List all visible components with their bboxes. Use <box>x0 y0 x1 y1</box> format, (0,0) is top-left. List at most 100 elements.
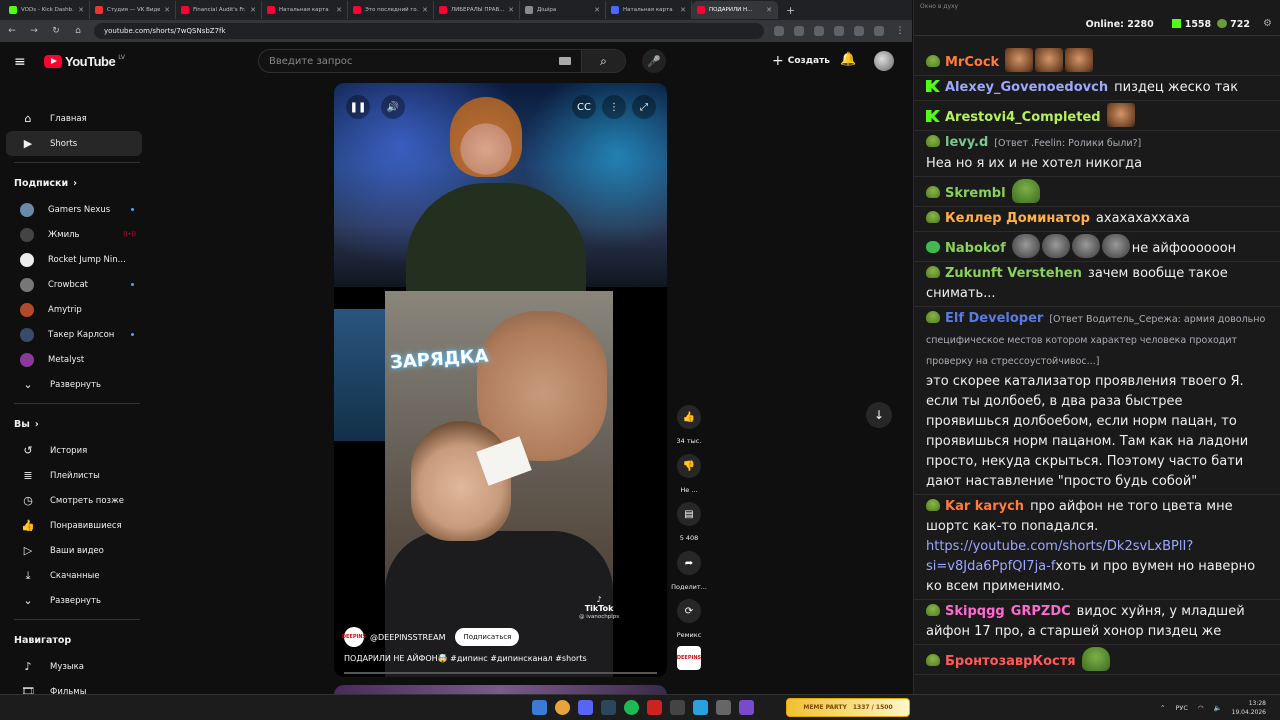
clock[interactable]: 13:28 19.04.2026 <box>1232 699 1266 717</box>
chat-username[interactable]: Nabokof <box>945 241 1006 256</box>
browser-tab[interactable]: ЛИБЕРАЛЫ ПРАВ... ✕ <box>434 1 520 19</box>
app-icon[interactable] <box>716 700 731 715</box>
menu-dots-icon[interactable]: ⋮ <box>894 26 906 36</box>
browser-tab[interactable]: ПОДАРИЛИ Н... ✕ <box>692 1 778 19</box>
sidebar-item[interactable]: Metalyst <box>6 347 142 372</box>
keyboard-icon[interactable] <box>559 57 571 65</box>
tab-close-icon[interactable]: ✕ <box>508 6 514 14</box>
meme-party-widget[interactable]: MEME PARTY 1337 / 1500 <box>786 698 910 717</box>
next-video-button[interactable]: ↓ <box>866 402 892 428</box>
account-avatar[interactable] <box>874 51 894 71</box>
share-button[interactable]: ➦ <box>677 551 701 575</box>
lang-indicator[interactable]: РУС <box>1175 704 1187 712</box>
search-input[interactable] <box>259 55 559 67</box>
fullscreen-icon[interactable]: ⤢ <box>632 95 656 119</box>
sidebar-item[interactable]: ⤓ Скачанные <box>6 563 142 588</box>
new-tab-button[interactable]: + <box>778 4 803 17</box>
pause-icon[interactable]: ❚❚ <box>346 95 370 119</box>
sidebar-item[interactable]: ◷ Смотреть позже <box>6 488 142 513</box>
channel-name[interactable]: @DEEPINSSTREAM <box>370 633 445 642</box>
discord-icon[interactable] <box>578 700 593 715</box>
tab-close-icon[interactable]: ✕ <box>336 6 342 14</box>
extension-icon[interactable] <box>814 26 824 36</box>
sidebar-item[interactable]: Amytrip <box>6 297 142 322</box>
tab-close-icon[interactable]: ✕ <box>78 6 84 14</box>
extension-icon[interactable] <box>834 26 844 36</box>
telegram-icon[interactable] <box>693 700 708 715</box>
app-icon[interactable] <box>647 700 662 715</box>
address-bar[interactable]: youtube.com/shorts/7wQSNsbZ7fk <box>94 23 764 39</box>
browser-tab[interactable]: VODs - Kick Dashb... ✕ <box>4 1 90 19</box>
browser-tab[interactable]: Дiшiра ✕ <box>520 1 606 19</box>
wifi-icon[interactable]: ◠ <box>1198 704 1204 712</box>
video-title[interactable]: ПОДАРИЛИ НЕ АЙФОН🤯 #дипинс #дипинсканал … <box>344 654 587 663</box>
tab-close-icon[interactable]: ✕ <box>164 6 170 14</box>
tab-close-icon[interactable]: ✕ <box>422 6 428 14</box>
sidebar-item[interactable]: ⌄ Развернуть <box>6 372 142 397</box>
audio-thumbnail[interactable]: DEEPINS <box>677 646 701 670</box>
extension-icon[interactable] <box>854 26 864 36</box>
back-icon[interactable]: ← <box>6 26 18 36</box>
channel-avatar[interactable]: DEEPINS <box>342 627 366 647</box>
tab-close-icon[interactable]: ✕ <box>594 6 600 14</box>
sidebar-item[interactable]: Жмиль ((•)) <box>6 222 142 247</box>
sidebar-item[interactable]: ▷ Ваши видео <box>6 538 142 563</box>
tray-chevron-icon[interactable]: ⌃ <box>1160 704 1165 712</box>
create-button[interactable]: + Создать <box>762 50 840 72</box>
chat-username[interactable]: Alexey_Govenoedovch <box>945 80 1108 95</box>
chrome-icon[interactable] <box>555 700 570 715</box>
tab-close-icon[interactable]: ✕ <box>680 6 686 14</box>
tab-close-icon[interactable]: ✕ <box>766 6 772 14</box>
progress-bar[interactable] <box>344 672 657 674</box>
sidebar-section-heading[interactable]: Вы › <box>0 410 150 438</box>
voice-search-button[interactable]: 🎤 <box>642 49 666 73</box>
sidebar-item[interactable]: Crowbcat <box>6 272 142 297</box>
chat-username[interactable]: MrCock <box>945 55 999 70</box>
sidebar-item[interactable]: ♪ Музыка <box>6 654 142 679</box>
dislike-button[interactable]: 👎 <box>677 454 701 478</box>
gear-icon[interactable]: ⚙ <box>1263 18 1272 29</box>
extension-icon[interactable] <box>774 26 784 36</box>
sidebar-item[interactable]: Rocket Jump Nin... <box>6 247 142 272</box>
start-icon[interactable] <box>532 700 547 715</box>
app-icon[interactable] <box>739 700 754 715</box>
reload-icon[interactable]: ↻ <box>50 26 62 36</box>
sidebar-item[interactable]: Gamers Nexus <box>6 197 142 222</box>
chat-username[interactable]: GRPZDC <box>1011 604 1071 619</box>
comments-button[interactable]: ▤ <box>677 502 701 526</box>
subscribe-button[interactable]: Подписаться <box>455 628 520 646</box>
extension-icon[interactable] <box>794 26 804 36</box>
chat-username[interactable]: Skrembl <box>945 186 1006 201</box>
spotify-icon[interactable] <box>624 700 639 715</box>
browser-tab[interactable]: Натальная карта ✕ <box>606 1 692 19</box>
steam-icon[interactable] <box>601 700 616 715</box>
home-icon[interactable]: ⌂ <box>72 26 84 36</box>
sidebar-item[interactable]: ⌄ Развернуть <box>6 588 142 613</box>
browser-tab[interactable]: Это последний го... ✕ <box>348 1 434 19</box>
profile-icon[interactable] <box>874 26 884 36</box>
forward-icon[interactable]: → <box>28 26 40 36</box>
chat-username[interactable]: Elf Developer <box>945 311 1043 326</box>
chat-username[interactable]: Zukunft Verstehen <box>945 266 1082 281</box>
volume-icon[interactable]: 🔊 <box>381 95 405 119</box>
chat-username[interactable]: Skipqgg <box>945 604 1005 619</box>
youtube-logo[interactable]: YouTube LV <box>44 54 125 69</box>
browser-tab[interactable]: Financial Audit's Fr... ✕ <box>176 1 262 19</box>
chat-username[interactable]: Kar karych <box>945 499 1024 514</box>
chat-username[interactable]: Arestovi4_Completed <box>945 110 1101 125</box>
sidebar-item[interactable]: ⌂ Главная <box>6 106 142 131</box>
tab-close-icon[interactable]: ✕ <box>250 6 256 14</box>
like-button[interactable]: 👍 <box>677 405 701 429</box>
browser-tab[interactable]: Натальная карта ✕ <box>262 1 348 19</box>
captions-icon[interactable]: CC <box>572 95 596 119</box>
sidebar-item[interactable]: ▶ Shorts <box>6 131 142 156</box>
search-button[interactable]: ⌕ <box>581 50 625 72</box>
sidebar-section-heading[interactable]: Подписки › <box>0 169 150 197</box>
notifications-bell-icon[interactable]: 🔔 <box>840 52 856 67</box>
more-options-icon[interactable]: ⋮ <box>602 95 626 119</box>
browser-tab[interactable]: Студия — VK Видео ✕ <box>90 1 176 19</box>
chat-username[interactable]: levy.d <box>945 135 988 150</box>
remix-button[interactable]: ⟳ <box>677 599 701 623</box>
sidebar-item[interactable]: 👍 Понравившиеся <box>6 513 142 538</box>
chat-username[interactable]: Келлер Доминатор <box>945 211 1090 226</box>
